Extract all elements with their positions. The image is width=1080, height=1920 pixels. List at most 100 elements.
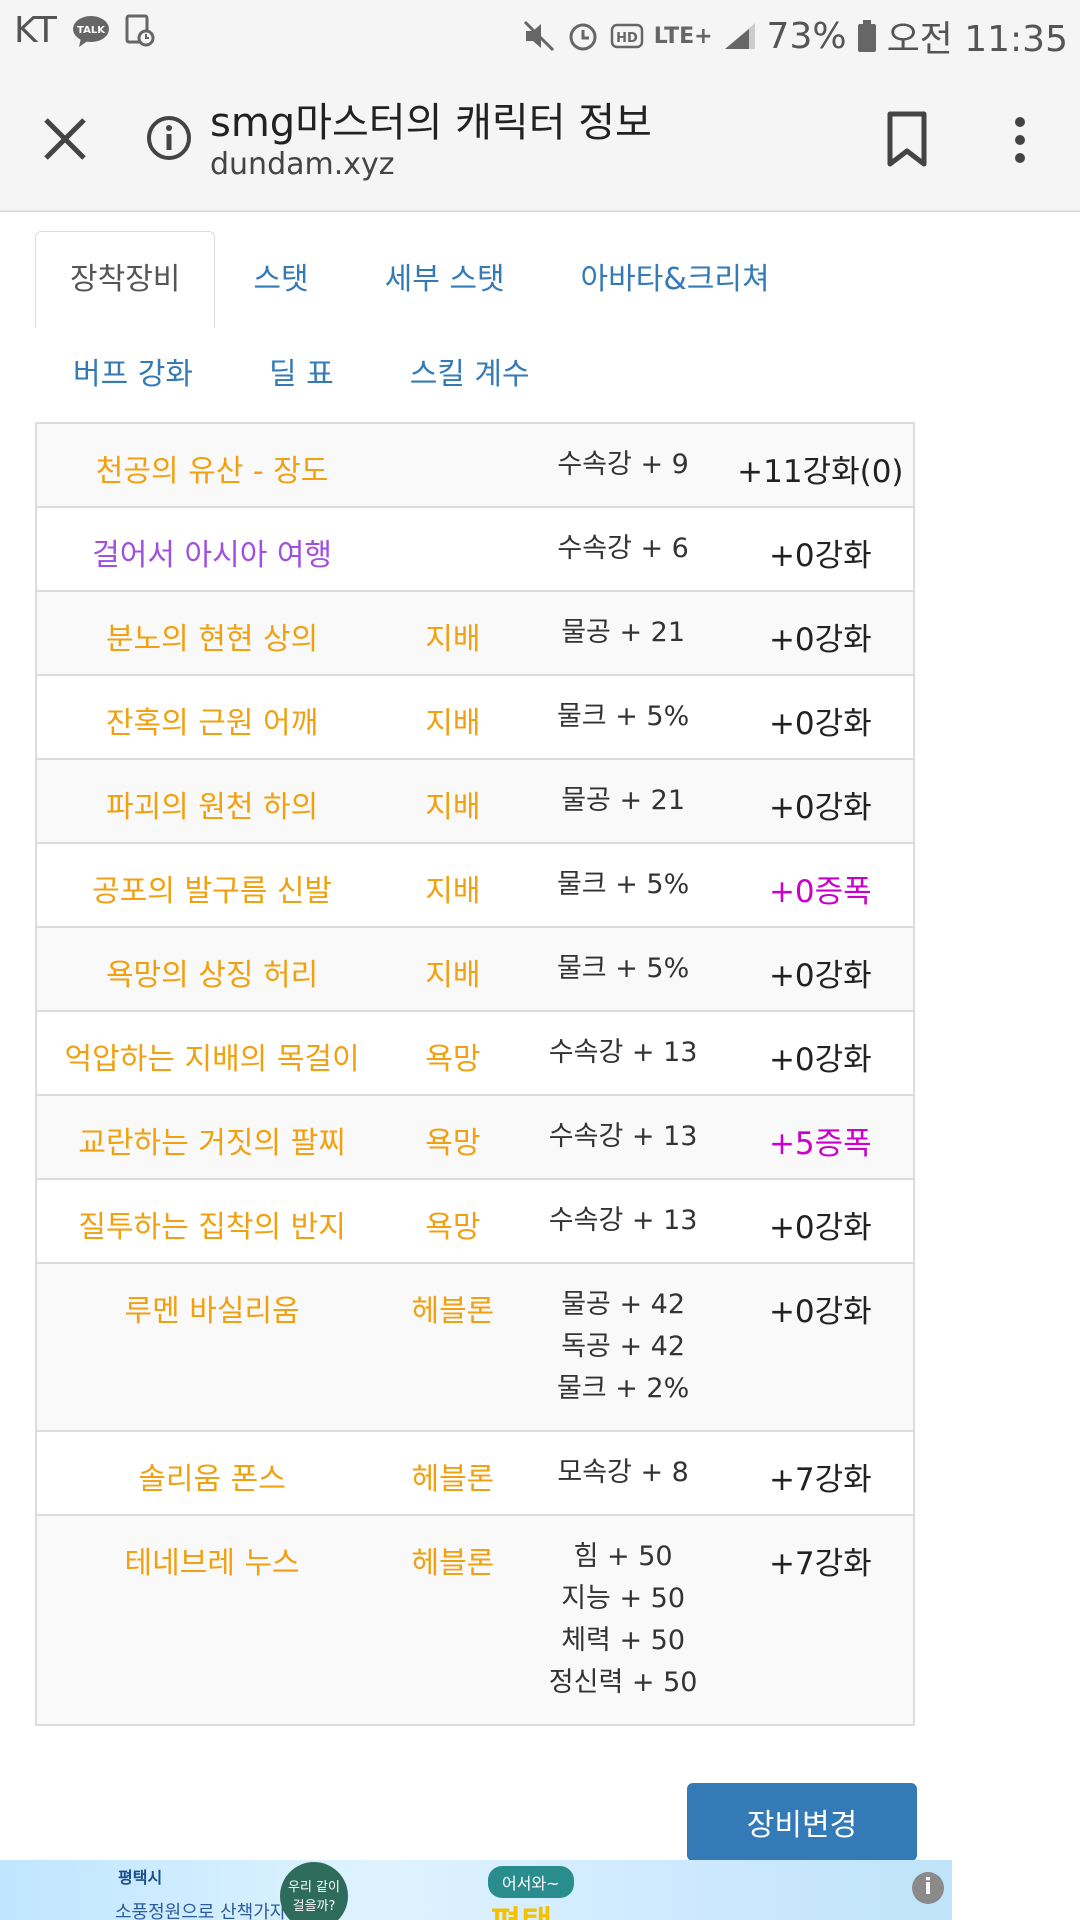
- equipment-name: 걸어서 아시아 여행: [36, 506, 388, 591]
- ad-bubble: 어서와~: [488, 1866, 574, 1898]
- equipment-name: 공포의 발구름 신발: [36, 842, 388, 927]
- equipment-set: 지배: [387, 590, 519, 675]
- kakaotalk-icon: TALK: [71, 14, 111, 48]
- status-bar: KT TALK HD LTE+ 73% 오전 11:35: [0, 0, 1080, 62]
- equipment-enhance: +0강화: [727, 1262, 914, 1431]
- tab-skill-coefficient[interactable]: 스킬 계수: [372, 330, 568, 420]
- equipment-row: 잔혹의 근원 어깨 지배 물크 + 5% +0강화: [36, 674, 914, 759]
- battery-percent: 73%: [766, 15, 847, 57]
- screen-recorder-icon: [125, 14, 155, 48]
- header-divider: [0, 210, 1080, 221]
- equipment-options: 수속강 + 13: [518, 1094, 728, 1179]
- equipment-name: 루멘 바실리움: [36, 1262, 388, 1431]
- equipment-option-line: 힘 + 50: [573, 1541, 673, 1572]
- equipment-enhance: +0강화: [727, 590, 914, 675]
- equipment-name: 천공의 유산 - 장도: [36, 422, 388, 507]
- equipment-enhance: +0강화: [727, 1010, 914, 1095]
- change-equipment-button[interactable]: 장비변경: [687, 1783, 917, 1861]
- equipment-option-line: 수속강 + 13: [548, 1205, 698, 1236]
- bookmark-icon: [887, 111, 927, 167]
- ad-info-icon[interactable]: i: [912, 1872, 944, 1904]
- equipment-options: 모속강 + 8: [518, 1430, 728, 1515]
- page-title: smg마스터의 캐릭터 정보: [210, 100, 652, 146]
- tab-detail-stats[interactable]: 세부 스탯: [347, 232, 543, 328]
- equipment-row: 욕망의 상징 허리 지배 물크 + 5% +0강화: [36, 926, 914, 1011]
- equipment-name: 분노의 현현 상의: [36, 590, 388, 675]
- equipment-option-line: 물공 + 42: [561, 1289, 686, 1320]
- equipment-set: [387, 422, 519, 507]
- talk-badge-text: TALK: [77, 25, 106, 36]
- equipment-option-line: 물크 + 5%: [556, 869, 690, 900]
- equipment-options: 수속강 + 13: [518, 1010, 728, 1095]
- bookmark-button[interactable]: [882, 110, 932, 170]
- equipment-set: 욕망: [387, 1010, 519, 1095]
- equipment-set: 지배: [387, 842, 519, 927]
- close-icon: [44, 118, 86, 160]
- equipment-option-line: 수속강 + 6: [557, 533, 689, 564]
- ad-slogan: 소풍정원으로 산책가자!: [115, 1902, 294, 1920]
- ad-banner[interactable]: 평택시 소풍정원으로 산책가자! 우리 같이 걸을까? 어서와~ 평택 i: [0, 1860, 952, 1920]
- equipment-set: 지배: [387, 674, 519, 759]
- equipment-row: 분노의 현현 상의 지배 물공 + 21 +0강화: [36, 590, 914, 675]
- equipment-set: 지배: [387, 758, 519, 843]
- tab-avatar-creature[interactable]: 아바타&크리쳐: [543, 232, 808, 328]
- equipment-options: 물크 + 5%: [518, 842, 728, 927]
- equipment-row: 질투하는 집착의 반지 욕망 수속강 + 13 +0강화: [36, 1178, 914, 1263]
- equipment-table: 천공의 유산 - 장도 수속강 + 9 +11강화(0) 걸어서 아시아 여행 수속강 …: [35, 422, 915, 1726]
- equipment-enhance: +0강화: [727, 926, 914, 1011]
- carrier-label: KT: [14, 10, 57, 51]
- alarm-icon: [566, 19, 600, 53]
- tab-buff-enhance[interactable]: 버프 강화: [35, 330, 231, 420]
- equipment-option-line: 체력 + 50: [561, 1625, 686, 1656]
- equipment-enhance: +5증폭: [727, 1094, 914, 1179]
- equipment-enhance: +11강화(0): [727, 422, 914, 507]
- equipment-options: 물공 + 21: [518, 590, 728, 675]
- equipment-row: 교란하는 거짓의 팔찌 욕망 수속강 + 13 +5증폭: [36, 1094, 914, 1179]
- equipment-name: 잔혹의 근원 어깨: [36, 674, 388, 759]
- equipment-option-line: 모속강 + 8: [557, 1457, 689, 1488]
- signal-icon: [723, 21, 757, 51]
- equipment-option-line: 지능 + 50: [561, 1583, 686, 1614]
- ad-org-label: 평택시: [118, 1868, 163, 1887]
- tabs-row-2: 버프 강화 딜 표 스킬 계수: [35, 330, 568, 420]
- site-info-icon[interactable]: [145, 114, 193, 162]
- equipment-option-line: 물크 + 2%: [556, 1373, 690, 1404]
- equipment-name: 교란하는 거짓의 팔찌: [36, 1094, 388, 1179]
- more-menu-button[interactable]: [1000, 110, 1040, 170]
- equipment-option-line: 수속강 + 9: [557, 449, 689, 480]
- equipment-options: 물공 + 21: [518, 758, 728, 843]
- more-vert-icon: [1015, 117, 1025, 163]
- equipment-row: 억압하는 지배의 목걸이 욕망 수속강 + 13 +0강화: [36, 1010, 914, 1095]
- equipment-option-line: 물공 + 21: [561, 785, 686, 816]
- tab-stats[interactable]: 스탯: [215, 232, 346, 328]
- equipment-set: 헤블론: [387, 1262, 519, 1431]
- equipment-set: 지배: [387, 926, 519, 1011]
- equipment-option-line: 물공 + 21: [561, 617, 686, 648]
- clock: 오전 11:35: [886, 19, 1068, 60]
- equipment-option-line: 물크 + 5%: [556, 701, 690, 732]
- equipment-name: 파괴의 원천 하의: [36, 758, 388, 843]
- equipment-enhance: +0강화: [727, 758, 914, 843]
- battery-icon: [857, 19, 877, 53]
- tab-equipped[interactable]: 장착장비: [35, 231, 216, 328]
- equipment-options: 수속강 + 13: [518, 1178, 728, 1263]
- svg-text:HD: HD: [616, 31, 638, 46]
- equipment-row: 솔리움 폰스 헤블론 모속강 + 8 +7강화: [36, 1430, 914, 1515]
- equipment-option-line: 정신력 + 50: [548, 1667, 698, 1698]
- ad-headline: 평택: [490, 1896, 553, 1920]
- custom-tab-header: smg마스터의 캐릭터 정보 dundam.xyz: [0, 62, 1080, 212]
- equipment-set: 헤블론: [387, 1514, 519, 1725]
- equipment-enhance: +0강화: [727, 674, 914, 759]
- equipment-name: 억압하는 지배의 목걸이: [36, 1010, 388, 1095]
- equipment-enhance: +7강화: [727, 1514, 914, 1725]
- equipment-name: 질투하는 집착의 반지: [36, 1178, 388, 1263]
- equipment-option-line: 물크 + 5%: [556, 953, 690, 984]
- equipment-set: 욕망: [387, 1094, 519, 1179]
- equipment-set: [387, 506, 519, 591]
- equipment-name: 욕망의 상징 허리: [36, 926, 388, 1011]
- equipment-enhance: +0증폭: [727, 842, 914, 927]
- page-url: dundam.xyz: [210, 147, 395, 182]
- tab-damage-table[interactable]: 딜 표: [231, 330, 372, 420]
- close-button[interactable]: [38, 112, 92, 166]
- equipment-row: 파괴의 원천 하의 지배 물공 + 21 +0강화: [36, 758, 914, 843]
